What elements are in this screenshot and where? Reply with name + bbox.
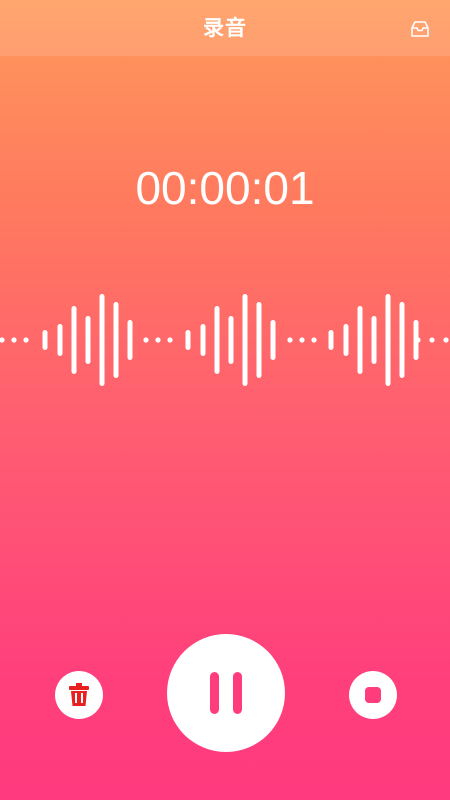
recorder-screen: 录音 00:00:01	[0, 0, 450, 800]
wave-dot	[155, 337, 161, 343]
wave-dot	[143, 337, 149, 343]
wave-bar	[42, 330, 48, 350]
wave-bar	[85, 316, 91, 364]
wave-bar	[113, 302, 119, 378]
pause-icon	[210, 672, 242, 714]
elapsed-timer: 00:00:01	[135, 162, 315, 214]
wave-dot	[167, 337, 173, 343]
wave-bar	[399, 302, 405, 378]
wave-bar	[185, 330, 191, 350]
delete-button[interactable]	[55, 671, 103, 719]
wave-bar	[99, 294, 105, 386]
wave-bar	[127, 320, 133, 360]
recordings-list-button[interactable]	[410, 20, 430, 38]
wave-bar	[228, 316, 234, 364]
wave-bar	[200, 324, 206, 356]
wave-bar	[385, 294, 391, 386]
wave-dot	[287, 337, 293, 343]
wave-bar	[71, 306, 77, 374]
stop-button[interactable]	[349, 671, 397, 719]
wave-dot	[0, 337, 5, 343]
wave-bar	[343, 324, 349, 356]
page-title: 录音	[203, 16, 247, 40]
wave-bar	[242, 294, 248, 386]
sound-wave-icon	[0, 294, 449, 386]
wave-bar	[57, 324, 63, 356]
wave-bar	[328, 330, 334, 350]
wave-bar	[256, 302, 262, 378]
wave-dot	[311, 337, 317, 343]
inbox-tray-icon	[411, 21, 429, 37]
wave-dot	[11, 337, 17, 343]
wave-bar	[413, 320, 419, 360]
wave-bar	[371, 316, 377, 364]
wave-dot	[443, 337, 449, 343]
wave-dot	[299, 337, 305, 343]
wave-bar	[214, 306, 220, 374]
trash-icon	[69, 683, 89, 706]
wave-dot	[429, 337, 435, 343]
pause-button[interactable]	[167, 634, 285, 752]
wave-bar	[357, 306, 363, 374]
stop-icon	[365, 687, 381, 703]
wave-bar	[270, 320, 276, 360]
wave-dot	[23, 337, 29, 343]
